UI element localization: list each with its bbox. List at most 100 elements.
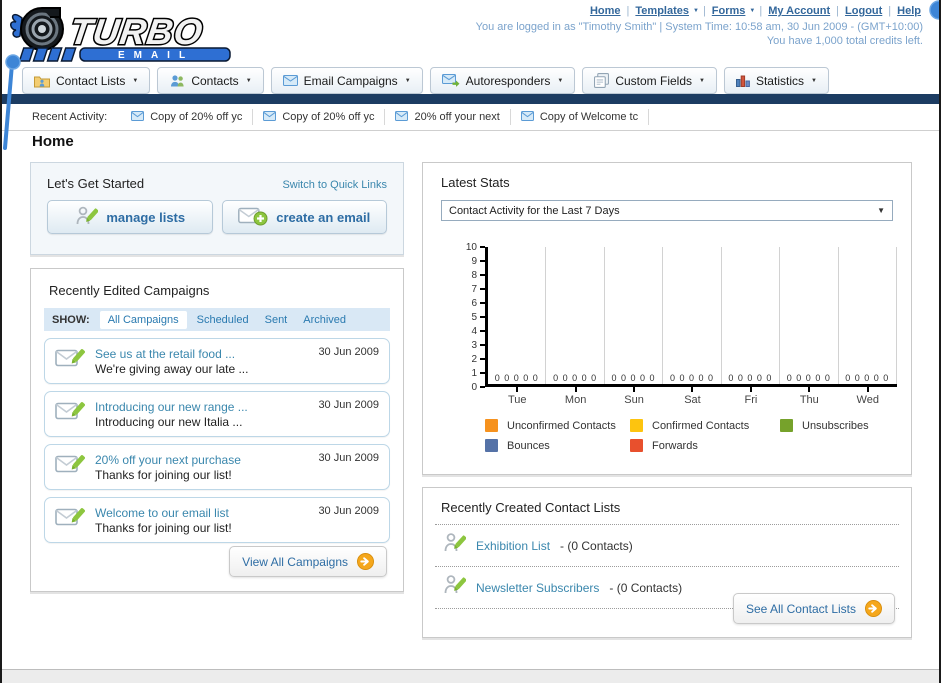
contact-list-link[interactable]: Newsletter Subscribers <box>476 581 599 595</box>
contact-lists-icon <box>34 74 50 88</box>
create-email-icon <box>238 206 268 229</box>
campaign-title-link[interactable]: See us at the retail food ... <box>95 347 235 361</box>
tab-label: Autoresponders <box>465 73 551 88</box>
y-axis-tick <box>480 330 485 332</box>
nav-link-home[interactable]: Home <box>590 5 621 17</box>
recent-activity-item[interactable]: Copy of 20% off yc <box>121 109 254 125</box>
campaign-subtitle: Thanks for joining our list! <box>95 467 232 482</box>
nav-link-templates[interactable]: Templates <box>635 5 689 17</box>
y-axis-tick <box>480 316 485 318</box>
x-axis-tick <box>808 387 811 392</box>
y-axis-tick <box>480 386 485 388</box>
chevron-down-icon: ▼ <box>810 77 817 84</box>
x-axis-label: Thu <box>780 387 838 406</box>
campaign-subtitle: Thanks for joining our list! <box>95 520 232 535</box>
turbo-email-logo-graphic: EMAIL TURBO <box>10 7 231 62</box>
x-axis-tick <box>574 387 577 392</box>
zero-value-labels: 0 0 0 0 0 <box>845 373 890 383</box>
tab-contact-lists[interactable]: Contact Lists ▼ <box>22 67 151 94</box>
tab-custom-fields[interactable]: Custom Fields ▼ <box>582 67 717 94</box>
custom-fields-icon <box>594 73 610 88</box>
legend-item-forwards: Forwards <box>630 439 780 452</box>
legend-swatch <box>485 419 498 432</box>
see-all-contact-lists-button[interactable]: See All Contact Lists <box>732 593 895 624</box>
create-an-email-button[interactable]: create an email <box>221 200 387 234</box>
tab-label: Statistics <box>755 73 804 88</box>
tab-autoresponders[interactable]: Autoresponders ▼ <box>429 67 576 94</box>
campaign-row[interactable]: 20% off your next purchase Thanks for joi… <box>44 444 390 490</box>
tab-label: Email Campaigns <box>303 73 398 88</box>
chevron-down-icon: ▼ <box>692 8 699 14</box>
y-axis-tick <box>480 288 485 290</box>
campaign-row[interactable]: Welcome to our email list Thanks for join… <box>44 497 390 543</box>
recent-activity-item[interactable]: Copy of 20% off yc <box>253 109 386 125</box>
nav-separator: | <box>836 5 840 17</box>
y-axis-label: 9 <box>471 256 477 267</box>
legend-swatch <box>630 439 643 452</box>
recent-activity-label: Recent Activity: <box>32 111 108 123</box>
nav-link-logout[interactable]: Logout <box>845 5 882 17</box>
recent-activity-link: 20% off your next <box>414 111 500 123</box>
legend-item-unconfirmed-contacts: Unconfirmed Contacts <box>485 419 630 432</box>
legend-item-confirmed-contacts: Confirmed Contacts <box>630 419 780 432</box>
contact-list-link[interactable]: Exhibition List <box>476 539 550 553</box>
nav-link-help[interactable]: Help <box>897 5 921 17</box>
manage-lists-icon <box>74 205 99 230</box>
campaign-text: Introducing our new range ... Introducing… <box>95 399 308 430</box>
recent-activity-item[interactable]: Copy of Welcome tc <box>511 109 650 125</box>
list-edit-icon <box>443 531 467 560</box>
manage-lists-button[interactable]: manage lists <box>47 200 213 234</box>
svg-text:TURBO: TURBO <box>67 11 206 52</box>
stats-report-dropdown[interactable]: Contact Activity for the Last 7 Days ▼ <box>441 200 893 221</box>
campaign-title-link[interactable]: Introducing our new range ... <box>95 400 248 414</box>
nav-link-forms[interactable]: Forms <box>712 5 746 17</box>
contact-list-row[interactable]: Exhibition List - (0 Contacts) <box>435 524 899 566</box>
nav-link-my-account[interactable]: My Account <box>768 5 830 17</box>
nav-separator: | <box>626 5 630 17</box>
campaign-row[interactable]: See us at the retail food ... We're givin… <box>44 338 390 384</box>
campaign-filter-bar: SHOW: All Campaigns Scheduled Sent Archived <box>44 308 390 331</box>
tab-contacts[interactable]: Contacts ▼ <box>157 67 264 94</box>
filter-scheduled[interactable]: Scheduled <box>197 314 249 326</box>
tab-email-campaigns[interactable]: Email Campaigns ▼ <box>270 67 423 94</box>
campaign-date: 30 Jun 2009 <box>318 346 379 358</box>
nav-separator: | <box>888 5 892 17</box>
main-nav-tabs: Contact Lists ▼ Contacts ▼ Email Campaigns ▼ A… <box>22 67 829 94</box>
filter-all-campaigns[interactable]: All Campaigns <box>99 310 187 329</box>
legend-item-unsubscribes: Unsubscribes <box>780 419 930 432</box>
campaigns-panel: Recently Edited Campaigns SHOW: All Camp… <box>30 268 404 592</box>
chart-x-axis-labels: Tue Mon Sun Sat Fri Thu Wed <box>488 387 897 406</box>
contact-list-count: - (0 Contacts) <box>560 538 633 553</box>
email-campaigns-icon <box>282 75 298 86</box>
switch-quick-links-link[interactable]: Switch to Quick Links <box>282 179 387 191</box>
legend-label: Unconfirmed Contacts <box>507 419 616 432</box>
view-all-campaigns-button[interactable]: View All Campaigns <box>229 546 387 577</box>
x-axis-tick <box>633 387 636 392</box>
zero-value-labels: 0 0 0 0 0 <box>728 373 773 383</box>
y-axis-label: 3 <box>471 340 477 351</box>
y-axis-label: 7 <box>471 284 477 295</box>
get-started-title: Let's Get Started <box>47 176 145 191</box>
nav-separator: | <box>759 5 763 17</box>
chart-day-group: 0 0 0 0 0 <box>488 247 547 384</box>
campaign-subtitle: We're giving away our late ... <box>95 361 249 376</box>
contact-lists-panel: Recently Created Contact Lists Exhibitio… <box>422 487 912 638</box>
login-status: You are logged in as "Timothy Smith" | S… <box>475 21 923 33</box>
campaigns-title: Recently Edited Campaigns <box>49 283 210 298</box>
chart-day-group: 0 0 0 0 0 <box>546 247 605 384</box>
campaign-row[interactable]: Introducing our new range ... Introducing… <box>44 391 390 437</box>
campaign-title-link[interactable]: 20% off your next purchase <box>95 453 241 467</box>
y-axis-tick <box>480 246 485 248</box>
chevron-down-icon: ▼ <box>132 77 139 84</box>
chevron-down-icon: ▼ <box>245 77 252 84</box>
recent-activity-item[interactable]: 20% off your next <box>385 109 511 125</box>
y-axis-label: 5 <box>471 312 477 323</box>
contact-activity-chart: 0 0 0 0 0 0 0 0 0 0 0 0 0 0 0 0 0 0 0 0 0 0 … <box>445 242 897 406</box>
tab-statistics[interactable]: Statistics ▼ <box>723 67 829 94</box>
filter-sent[interactable]: Sent <box>265 314 288 326</box>
envelope-icon <box>131 110 145 124</box>
filter-archived[interactable]: Archived <box>303 314 346 326</box>
campaign-title-link[interactable]: Welcome to our email list <box>95 506 229 520</box>
contacts-icon <box>169 74 185 88</box>
x-axis-label: Mon <box>546 387 604 406</box>
